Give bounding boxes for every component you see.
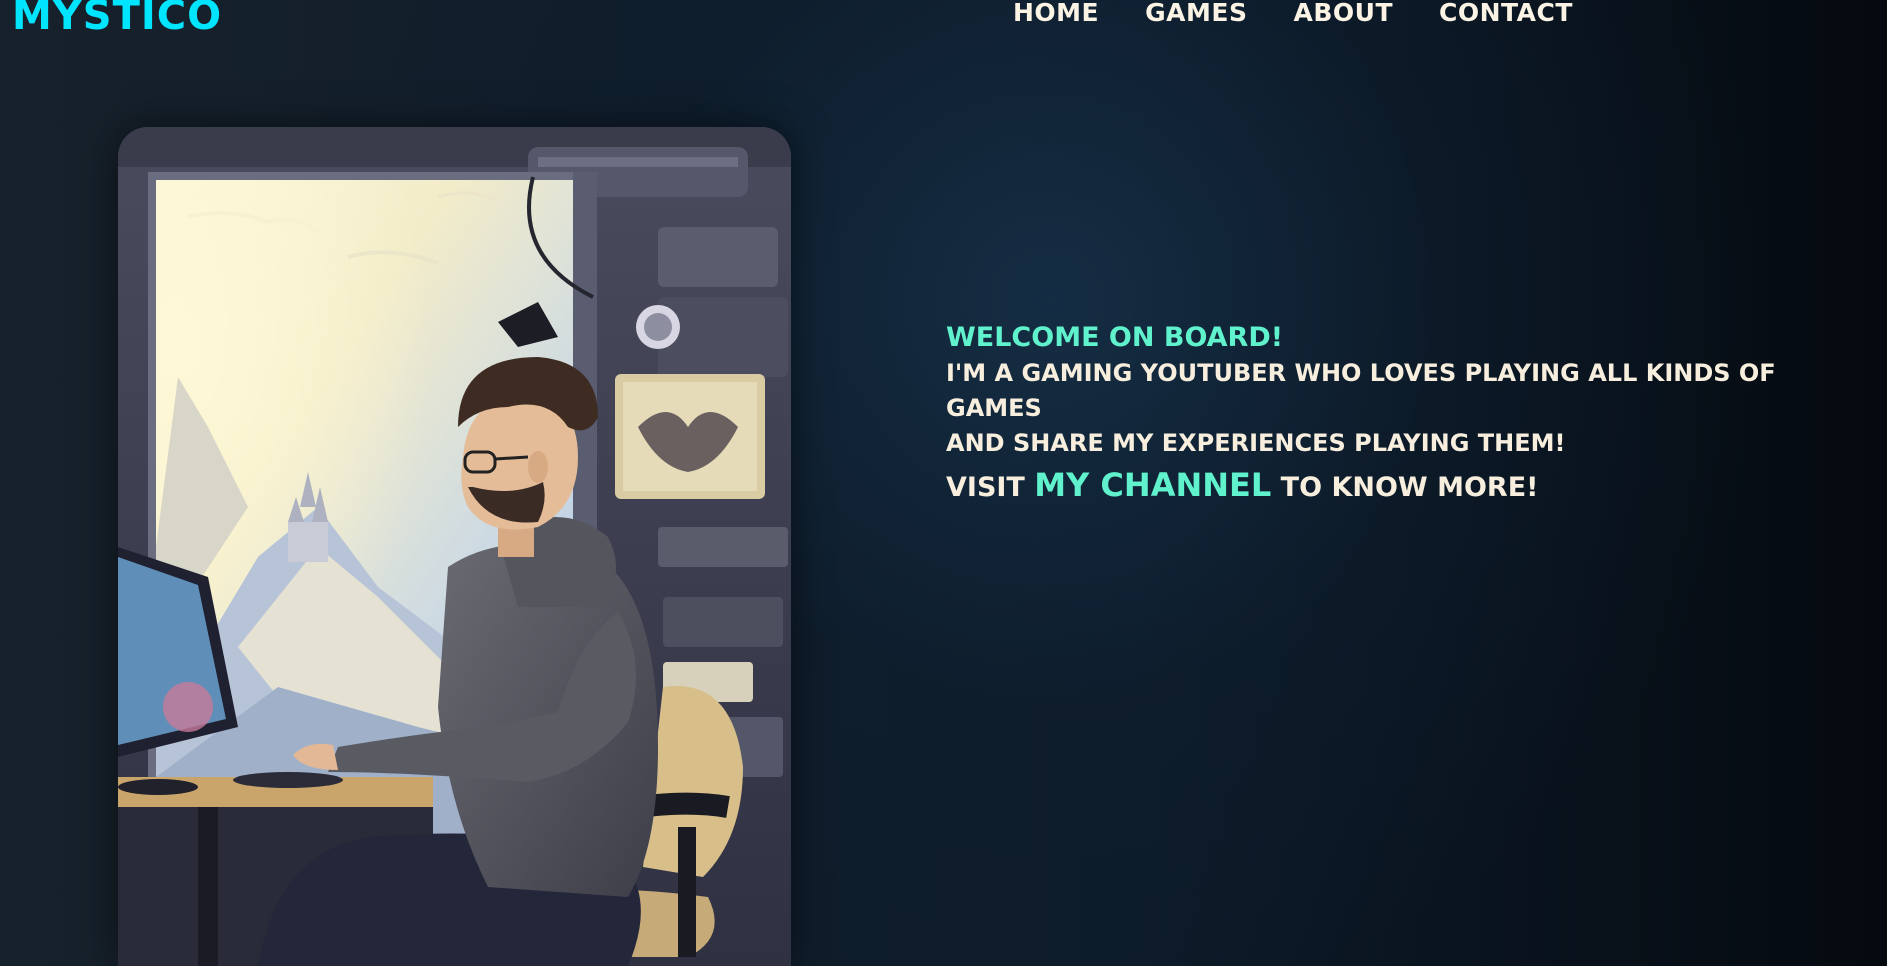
intro-section: WELCOME ON BOARD! I'M A GAMING YOUTUBER … — [946, 320, 1846, 508]
my-channel-link[interactable]: MY CHANNEL — [1034, 466, 1271, 504]
welcome-heading: WELCOME ON BOARD! — [946, 322, 1284, 353]
nav-about-link[interactable]: ABOUT — [1293, 0, 1393, 28]
visit-suffix: TO KNOW MORE! — [1280, 472, 1539, 503]
visit-line: VISIT MY CHANNEL TO KNOW MORE! — [946, 465, 1846, 508]
hero-illustration — [118, 127, 791, 966]
intro-line-1: I'M A GAMING YOUTUBER WHO LOVES PLAYING … — [946, 359, 1776, 422]
nav-contact-link[interactable]: CONTACT — [1439, 0, 1573, 28]
visit-prefix: VISIT — [946, 472, 1025, 503]
site-logo[interactable]: MYSTICO — [12, 0, 222, 38]
main-nav: HOME GAMES ABOUT CONTACT — [1013, 0, 1573, 28]
nav-games-link[interactable]: GAMES — [1145, 0, 1247, 28]
nav-home-link[interactable]: HOME — [1013, 0, 1099, 28]
intro-line-2: AND SHARE MY EXPERIENCES PLAYING THEM! — [946, 429, 1566, 457]
